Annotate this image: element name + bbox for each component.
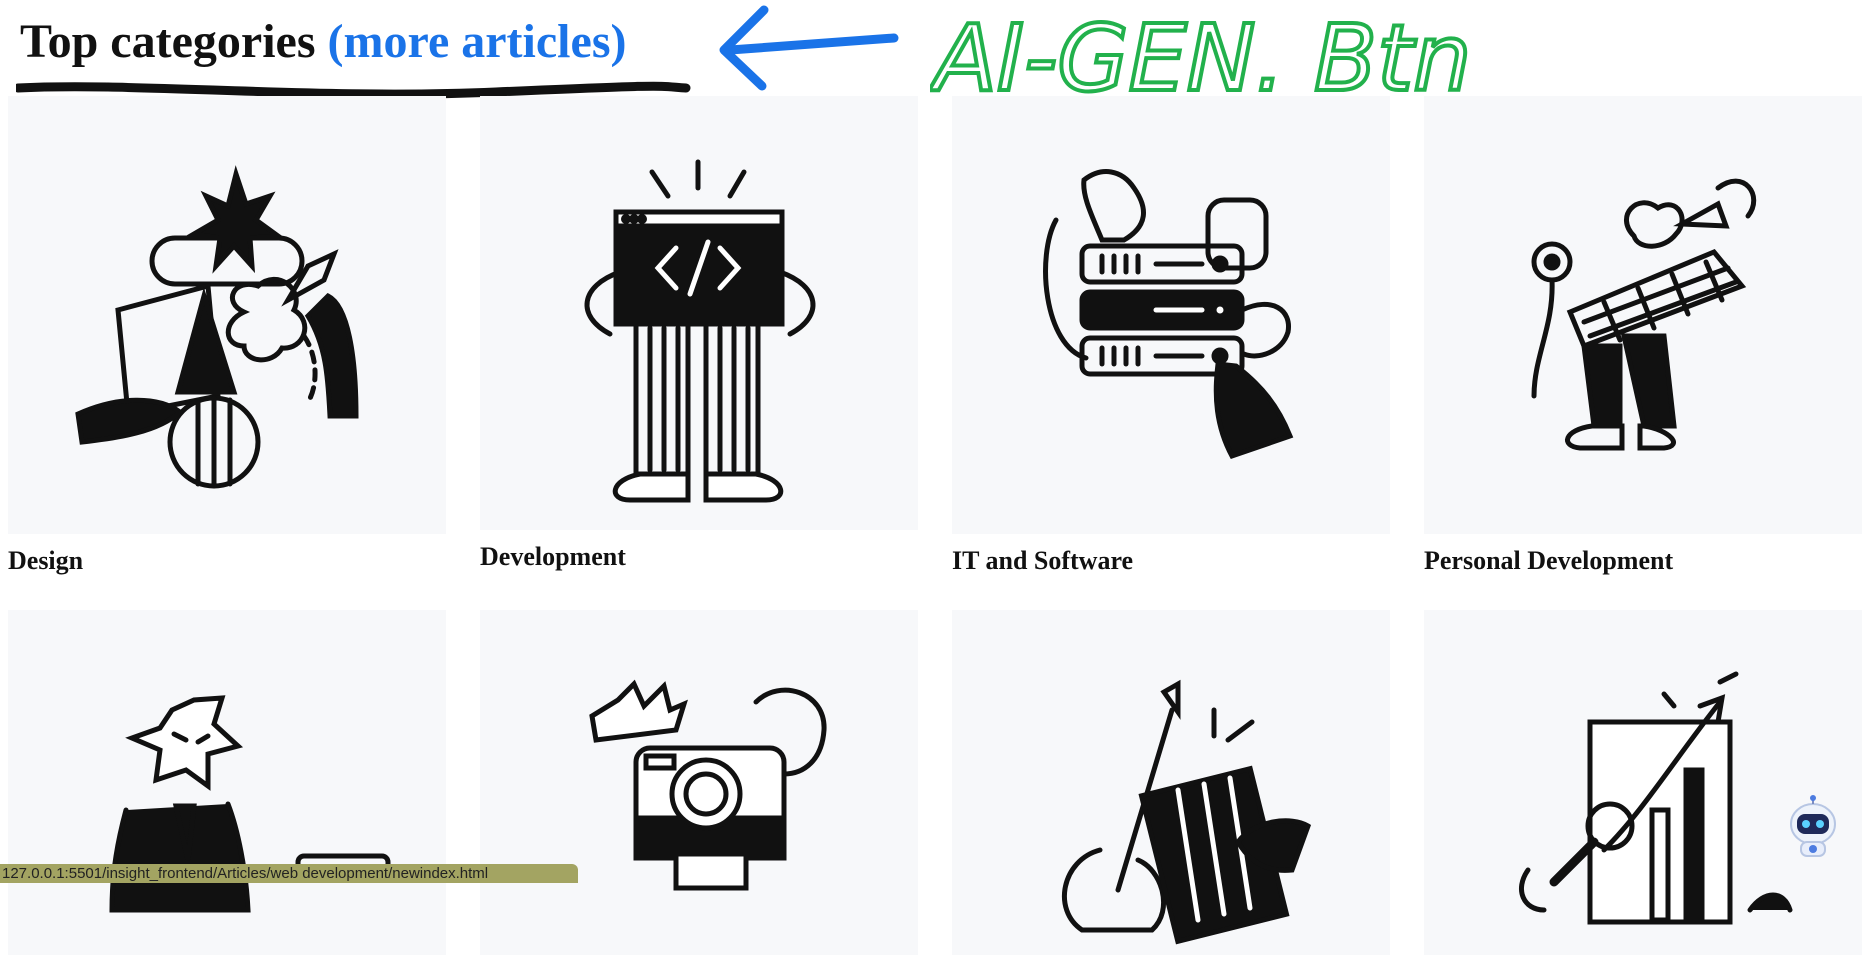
section-heading: Top categories (more articles) xyxy=(20,14,626,69)
page-title: Top categories xyxy=(20,15,316,68)
person-flower-illustration xyxy=(1424,96,1862,534)
guitar-piano-illustration xyxy=(952,610,1390,955)
browser-status-bar: 127.0.0.1:5501/insight_frontend/Articles… xyxy=(0,864,578,883)
camera-illustration xyxy=(480,610,918,955)
design-illustration xyxy=(8,96,446,534)
category-card-row2-2[interactable] xyxy=(480,610,918,955)
star-person-illustration xyxy=(8,610,446,955)
category-card-row2-4[interactable] xyxy=(1424,610,1862,955)
ai-gen-btn-annotation: AI-GEN. Btn xyxy=(930,3,1474,110)
server-rack-illustration xyxy=(952,96,1390,534)
category-card-row2-3[interactable] xyxy=(952,610,1390,955)
category-label-design[interactable]: Design xyxy=(8,546,446,576)
category-card-personal-development[interactable]: Personal Development xyxy=(1424,96,1862,576)
category-label-it-software[interactable]: IT and Software xyxy=(952,546,1390,576)
code-window-illustration xyxy=(480,96,918,530)
chart-magnifier-illustration xyxy=(1424,610,1862,955)
category-card-design[interactable]: Design xyxy=(8,96,446,576)
category-card-development[interactable]: Development xyxy=(480,96,918,572)
status-url: 127.0.0.1:5501/insight_frontend/Articles… xyxy=(2,865,489,882)
more-articles-link[interactable]: (more articles) xyxy=(328,15,627,68)
robot-assistant-icon[interactable] xyxy=(1783,794,1843,860)
category-card-row2-1[interactable] xyxy=(8,610,446,955)
category-label-personal-development[interactable]: Personal Development xyxy=(1424,546,1862,576)
annotation-text: AI-GEN. Btn xyxy=(930,5,1472,110)
category-label-development[interactable]: Development xyxy=(480,542,918,572)
annotation-arrow-icon xyxy=(719,5,899,91)
category-card-it-software[interactable]: IT and Software xyxy=(952,96,1390,576)
